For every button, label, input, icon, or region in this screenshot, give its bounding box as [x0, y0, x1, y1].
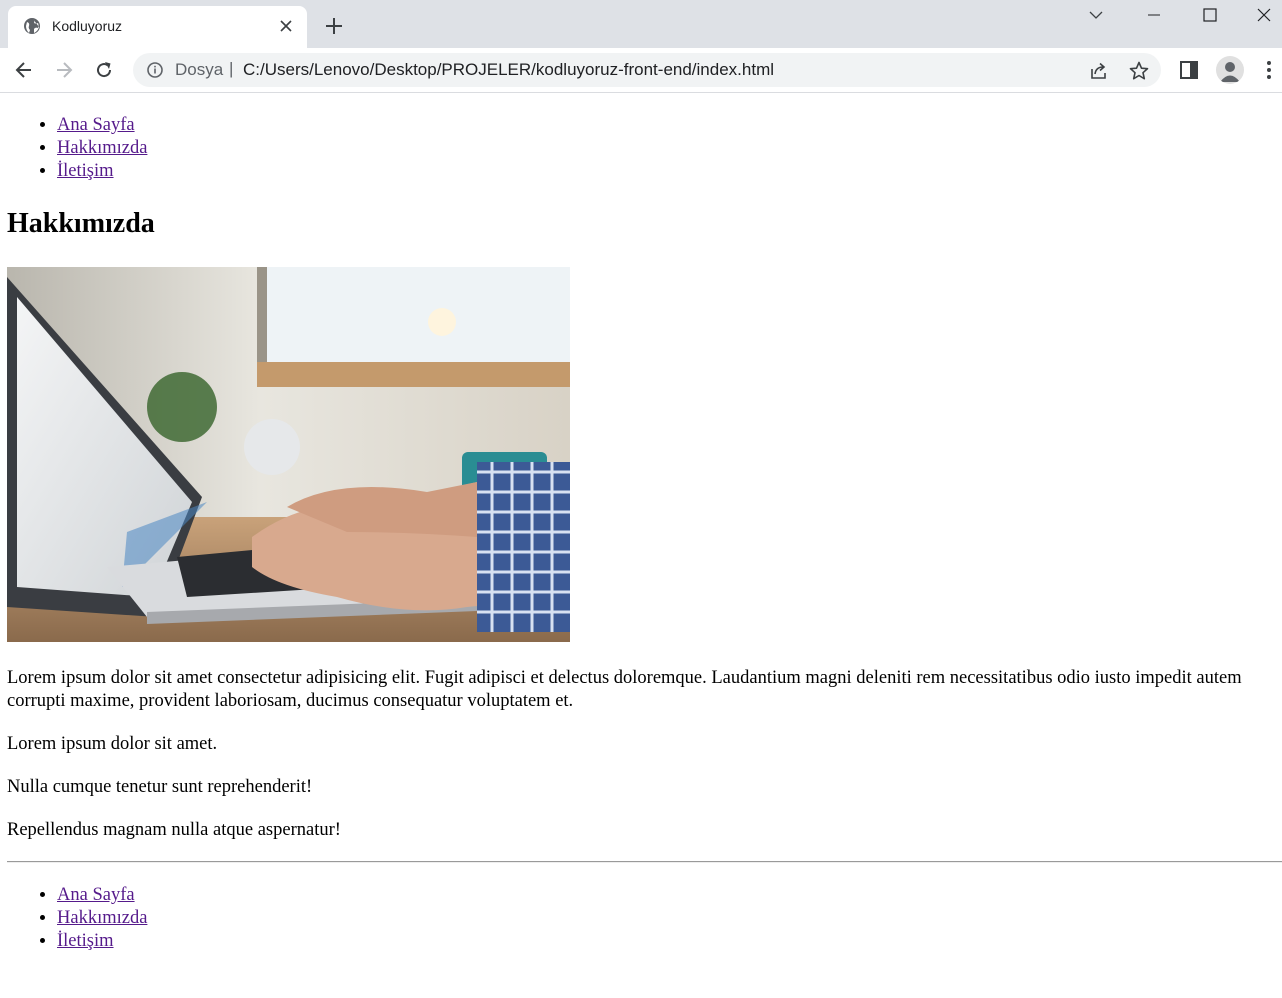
- page-viewport: Ana Sayfa Hakkımızda İletişim Hakkımızda: [0, 94, 1282, 998]
- scheme-separator: |: [229, 59, 234, 78]
- forward-arrow-icon: [57, 62, 73, 78]
- close-icon[interactable]: [278, 18, 294, 34]
- nav-item: Hakkımızda: [57, 137, 147, 160]
- top-nav: Ana Sayfa Hakkımızda İletişim: [33, 114, 147, 183]
- back-arrow-icon: [15, 62, 31, 78]
- window-close-button[interactable]: [1245, 0, 1282, 30]
- minimize-button[interactable]: [1131, 0, 1177, 30]
- nav-link-contact[interactable]: İletişim: [57, 161, 114, 181]
- nav-item: Ana Sayfa: [57, 114, 147, 137]
- tab-title: Kodluyoruz: [52, 18, 123, 34]
- back-button[interactable]: [12, 58, 36, 82]
- nav-item: Hakkımızda: [57, 907, 147, 930]
- nav-link-home[interactable]: Ana Sayfa: [57, 115, 135, 135]
- paragraph: Nulla cumque tenetur sunt reprehenderit!: [7, 777, 313, 797]
- maximize-button[interactable]: [1187, 0, 1233, 30]
- share-icon[interactable]: [1088, 60, 1110, 82]
- profile-icon[interactable]: [1216, 56, 1244, 84]
- minimize-icon: [1148, 14, 1160, 16]
- browser-toolbar: Dosya | C:/Users/Lenovo/Desktop/PROJELER…: [0, 48, 1282, 93]
- window-close-icon: [1257, 8, 1270, 22]
- nav-item: Ana Sayfa: [57, 884, 147, 907]
- paragraph: Lorem ipsum dolor sit amet.: [7, 734, 218, 754]
- forward-button[interactable]: [52, 58, 76, 82]
- address-bar[interactable]: Dosya | C:/Users/Lenovo/Desktop/PROJELER…: [133, 53, 1161, 87]
- reload-button[interactable]: [92, 58, 116, 82]
- info-icon[interactable]: [146, 61, 164, 79]
- kebab-menu-icon[interactable]: [1258, 59, 1280, 81]
- laptop-photo: [7, 267, 570, 642]
- side-panel-icon[interactable]: [1178, 59, 1200, 81]
- url-text[interactable]: C:/Users/Lenovo/Desktop/PROJELER/kodluyo…: [243, 61, 774, 79]
- nav-item: İletişim: [57, 930, 147, 953]
- footer-link-about[interactable]: Hakkımızda: [57, 908, 147, 928]
- nav-item: İletişim: [57, 160, 147, 183]
- reload-icon: [97, 62, 112, 78]
- chevron-down-icon: [1089, 11, 1103, 19]
- tab-strip: Kodluyoruz: [0, 0, 1282, 48]
- star-icon[interactable]: [1128, 60, 1150, 82]
- horizontal-divider: [7, 861, 1282, 863]
- paragraph: Repellendus magnam nulla atque aspernatu…: [7, 820, 341, 840]
- footer-link-home[interactable]: Ana Sayfa: [57, 885, 135, 905]
- scheme-label: Dosya: [175, 60, 224, 79]
- browser-tab[interactable]: Kodluyoruz: [8, 6, 307, 48]
- globe-icon: [24, 18, 40, 34]
- page-title: Hakkımızda: [7, 208, 155, 239]
- footer-link-contact[interactable]: İletişim: [57, 931, 114, 951]
- tab-search-button[interactable]: [1073, 0, 1119, 30]
- nav-link-about[interactable]: Hakkımızda: [57, 138, 147, 158]
- paragraph: Lorem ipsum dolor sit amet consectetur a…: [7, 668, 1242, 711]
- footer-nav: Ana Sayfa Hakkımızda İletişim: [33, 884, 147, 953]
- plus-icon[interactable]: [322, 14, 346, 38]
- maximize-icon: [1203, 8, 1217, 22]
